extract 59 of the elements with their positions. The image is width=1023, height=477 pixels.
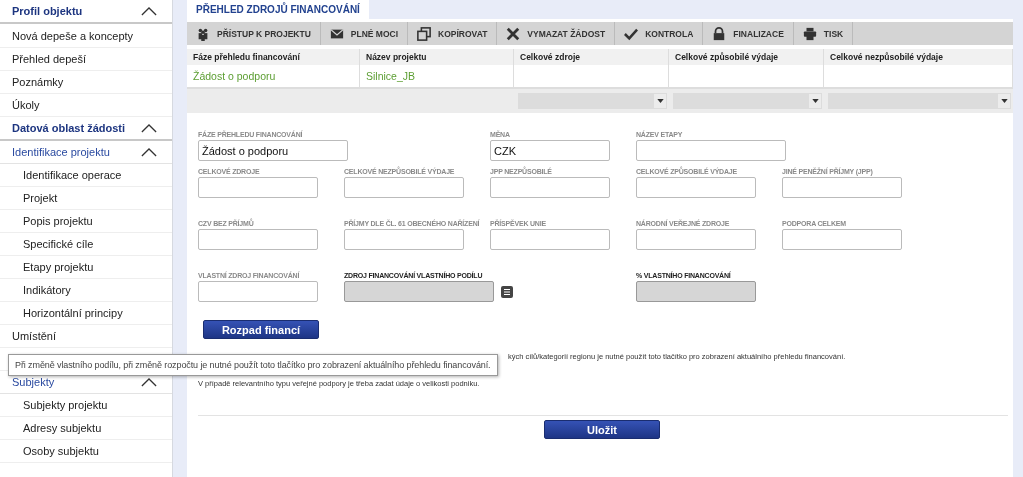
input-field[interactable]: Žádost o podporu	[198, 140, 348, 161]
group-title: Subjekty	[12, 376, 55, 388]
chevron-up-icon[interactable]	[141, 6, 157, 16]
input-field[interactable]	[490, 229, 610, 250]
section-title: Datová oblast žádosti	[12, 122, 126, 134]
input-field[interactable]	[344, 281, 494, 302]
sidebar-group[interactable]: Identifikace projektu	[0, 141, 172, 164]
sidebar-item[interactable]: Indikátory	[0, 279, 172, 302]
chevron-up-icon[interactable]	[141, 123, 157, 133]
column-header[interactable]: Celkové zdroje	[514, 49, 669, 65]
people-icon	[196, 26, 210, 41]
sidebar-item[interactable]: Subjekty projektu	[0, 394, 172, 417]
input-field[interactable]	[636, 281, 756, 302]
input-field[interactable]	[636, 229, 756, 250]
sidebar-item[interactable]: Přehled depeší	[0, 48, 172, 71]
close-icon	[506, 26, 521, 41]
section-header[interactable]: Datová oblast žádosti	[0, 117, 172, 141]
column-header[interactable]: Fáze přehledu financování	[187, 49, 360, 65]
input-field[interactable]	[198, 177, 318, 198]
sidebar-item[interactable]: Popis projektu	[0, 210, 172, 233]
sidebar-item[interactable]: Umístění	[0, 325, 172, 348]
sidebar-item[interactable]: Etapy projektu	[0, 256, 172, 279]
sidebar-item[interactable]: Specifické cíle	[0, 233, 172, 256]
input-field[interactable]	[782, 177, 902, 198]
sidebar-item[interactable]: Horizontální principy	[0, 302, 172, 325]
input-field[interactable]	[344, 229, 464, 250]
breakdown-button[interactable]: Rozpad financí	[203, 320, 319, 339]
printer-icon	[802, 26, 817, 41]
input-field[interactable]	[636, 140, 786, 161]
sidebar-item[interactable]: Nová depeše a koncepty	[0, 25, 172, 48]
sidebar-item[interactable]: Poznámky	[0, 71, 172, 94]
tooltip: Při změně vlastního podílu, při změně rozpočtu je nutné použít toto tlačítko pro zobrazení aktuálního přehledu financování.	[8, 354, 498, 376]
group-title: Identifikace projektu	[12, 146, 110, 158]
section-title: Profil objektu	[12, 5, 83, 17]
sidebar-item[interactable]: Adresy subjektu	[0, 417, 172, 440]
input-field[interactable]: CZK	[490, 140, 610, 161]
sidebar-item[interactable]: Osoby subjektu	[0, 440, 172, 463]
sidebar-item[interactable]: Identifikace operace	[0, 164, 172, 187]
input-field[interactable]	[344, 177, 464, 198]
column-header[interactable]: Název projektu	[360, 49, 514, 65]
sidebar-item[interactable]: Projekt	[0, 187, 172, 210]
checkmark-icon	[624, 26, 639, 41]
sidebar-item[interactable]: Úkoly	[0, 94, 172, 117]
input-field[interactable]	[636, 177, 756, 198]
copy-icon	[417, 26, 432, 41]
chevron-up-icon[interactable]	[141, 377, 157, 387]
tab[interactable]: PŘEHLED ZDROJŮ FINANCOVÁNÍ	[187, 0, 369, 19]
column-header[interactable]: Celkové nezpůsobilé výdaje	[824, 49, 1013, 65]
column-header[interactable]: Celkové způsobilé výdaje	[669, 49, 824, 65]
list-icon[interactable]	[501, 285, 513, 298]
input-field[interactable]	[198, 229, 318, 250]
section-header[interactable]: Profil objektu	[0, 0, 172, 24]
envelope-icon	[329, 26, 344, 41]
save-button[interactable]: Uložit	[544, 420, 660, 439]
chevron-up-icon[interactable]	[141, 147, 157, 157]
input-field[interactable]	[198, 281, 318, 302]
input-field[interactable]	[490, 177, 610, 198]
input-field[interactable]	[782, 229, 902, 250]
lock-icon	[712, 26, 727, 41]
